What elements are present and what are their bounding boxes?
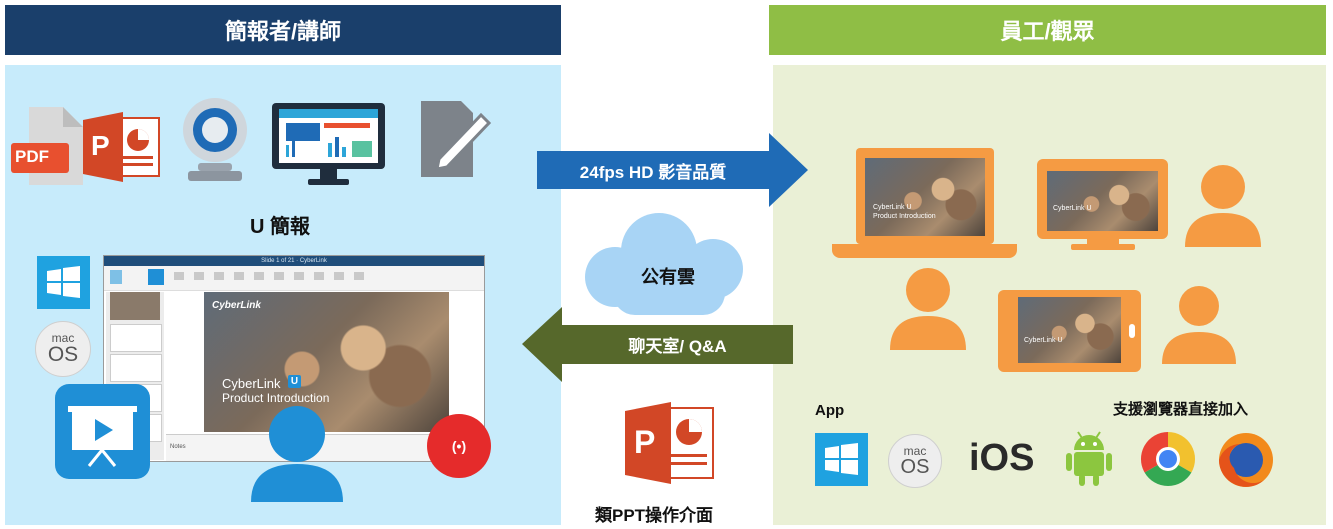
ios-icon: iOS bbox=[969, 436, 1034, 480]
powerpoint-like-letter: P bbox=[634, 424, 656, 460]
webcam-icon bbox=[180, 95, 250, 183]
desktop-monitor-screen: CyberLink U bbox=[1047, 171, 1158, 231]
presenter-header-title: 簡報者/講師 bbox=[224, 19, 342, 44]
slide-thumbnail[interactable] bbox=[110, 354, 162, 382]
ribbon-tools bbox=[174, 272, 374, 280]
slide-badge: U bbox=[288, 375, 301, 388]
app-title-text: Slide 1 of 21 · CyberLink bbox=[261, 258, 327, 264]
hd-quality-arrow: 24fps HD 影音品質 bbox=[537, 133, 808, 207]
monitor-icon bbox=[272, 103, 385, 186]
ppt-like-interface-label: 類PPT操作介面 bbox=[595, 506, 714, 525]
pdf-label: PDF bbox=[15, 147, 49, 166]
public-cloud-label: 公有雲 bbox=[641, 267, 695, 287]
chat-qa-arrow: 聊天室/ Q&A bbox=[522, 307, 793, 382]
windows-icon bbox=[815, 433, 868, 486]
app-title-bar: Slide 1 of 21 · CyberLink bbox=[104, 256, 484, 266]
audience-header: 員工/觀眾 bbox=[769, 5, 1326, 55]
laptop-icon: CyberLink U Product Introduction bbox=[832, 148, 1017, 260]
audience-user-icon bbox=[1160, 284, 1238, 364]
slide-thumbnail[interactable] bbox=[110, 324, 162, 352]
macos-line2: OS bbox=[900, 455, 930, 478]
laptop-screen-text-1: CyberLink U bbox=[873, 204, 912, 211]
tablet-screen: CyberLink U bbox=[1018, 297, 1121, 363]
slide-thumbnail[interactable] bbox=[110, 292, 160, 320]
slide-title-line1: CyberLink bbox=[222, 376, 281, 391]
windows-icon bbox=[37, 256, 90, 309]
monitor-screen-text-1: CyberLink U bbox=[1053, 205, 1092, 212]
audience-user-icon bbox=[888, 266, 968, 350]
notes-label: Notes bbox=[170, 444, 186, 450]
tablet-icon: CyberLink U bbox=[998, 290, 1141, 372]
macos-line2: OS bbox=[47, 343, 79, 366]
pdf-icon: PDF bbox=[11, 107, 83, 185]
live-broadcast-icon[interactable]: (•) bbox=[427, 414, 491, 478]
hd-quality-label: 24fps HD 影音品質 bbox=[579, 162, 727, 182]
macos-icon: mac OS bbox=[888, 434, 942, 488]
slide-brand: CyberLink bbox=[212, 300, 261, 311]
powerpoint-icon: P bbox=[83, 112, 161, 182]
desktop-monitor-icon: CyberLink U bbox=[1037, 159, 1168, 251]
live-broadcast-symbol: (•) bbox=[451, 438, 467, 454]
firefox-icon bbox=[1217, 431, 1275, 489]
audience-user-icon bbox=[1183, 163, 1263, 247]
laptop-screen: CyberLink U Product Introduction bbox=[865, 158, 985, 236]
u-presentation-label: U 簡報 bbox=[250, 216, 310, 238]
app-label: App bbox=[815, 402, 845, 419]
chat-qa-label: 聊天室/ Q&A bbox=[628, 337, 727, 356]
android-icon bbox=[1066, 428, 1112, 486]
chrome-icon bbox=[1140, 431, 1196, 487]
ribbon-share-button[interactable] bbox=[110, 270, 122, 284]
ribbon-present-button[interactable] bbox=[148, 269, 164, 285]
audience-header-title: 員工/觀眾 bbox=[1000, 19, 1095, 44]
presentation-app-icon bbox=[55, 384, 150, 479]
presenter-user-icon bbox=[251, 404, 343, 502]
slide-title-line2: Product Introduction bbox=[222, 391, 330, 405]
edit-note-icon bbox=[411, 101, 492, 177]
powerpoint-like-icon: P bbox=[625, 402, 715, 484]
macos-icon: mac OS bbox=[35, 321, 91, 377]
tablet-screen-text-1: CyberLink U bbox=[1024, 337, 1063, 344]
presenter-header: 簡報者/講師 bbox=[5, 5, 561, 55]
powerpoint-letter: P bbox=[91, 130, 110, 161]
browser-support-label: 支援瀏覽器直接加入 bbox=[1113, 401, 1249, 418]
app-ribbon bbox=[104, 266, 484, 291]
ios-label: iOS bbox=[969, 437, 1035, 479]
macos-line1: mac bbox=[903, 443, 927, 458]
laptop-screen-text-2: Product Introduction bbox=[873, 213, 936, 220]
public-cloud-icon: 公有雲 bbox=[577, 207, 759, 315]
